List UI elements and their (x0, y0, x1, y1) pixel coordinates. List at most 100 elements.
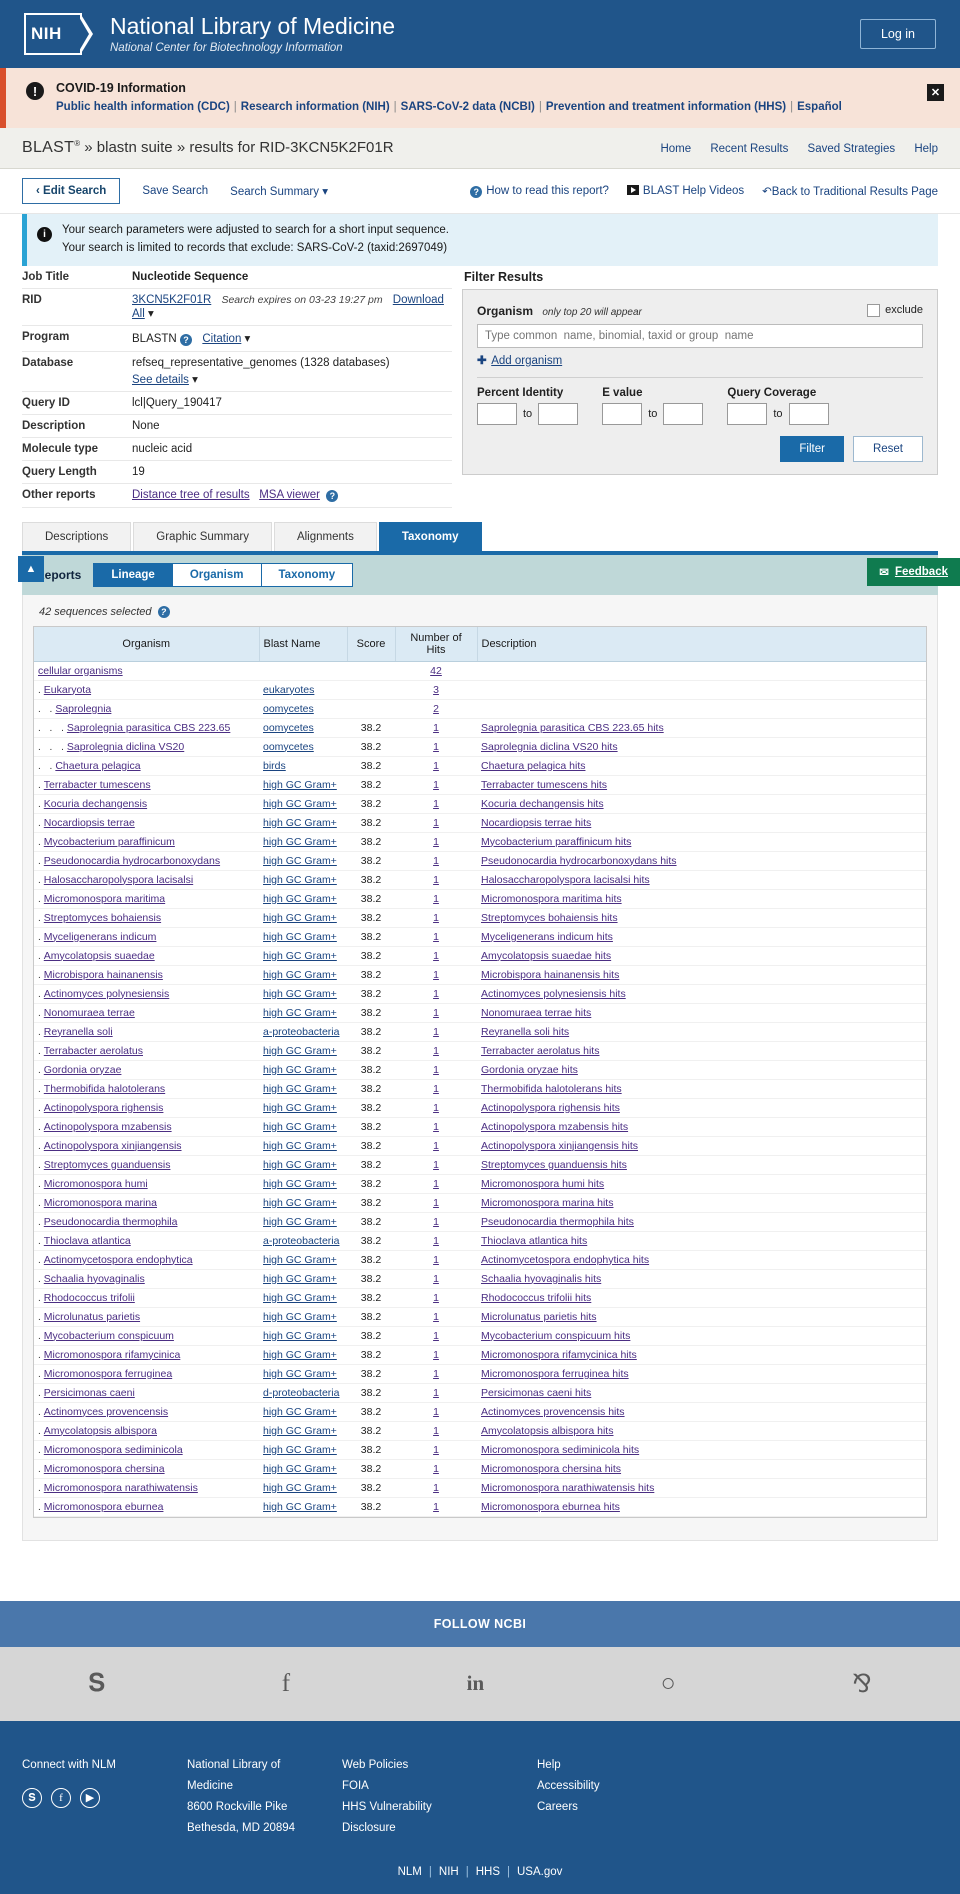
blast-name-link[interactable]: oomycetes (263, 703, 314, 715)
hits-count-link[interactable]: 1 (433, 1501, 439, 1513)
rid-link[interactable]: 3KCN5K2F01R (132, 294, 211, 306)
back-to-traditional-link[interactable]: ↶Back to Traditional Results Page (762, 184, 938, 198)
blast-name-link[interactable]: d-proteobacteria (263, 1387, 339, 1399)
description-link[interactable]: Nocardiopsis terrae hits (481, 817, 591, 829)
organism-link[interactable]: Gordonia oryzae (44, 1064, 122, 1076)
hits-count-link[interactable]: 1 (433, 798, 439, 810)
evalue-from-input[interactable] (602, 402, 643, 425)
reset-button[interactable]: Reset (852, 435, 923, 462)
organism-link[interactable]: Nonomuraea terrae (44, 1007, 135, 1019)
organism-link[interactable]: Pseudonocardia thermophila (44, 1216, 178, 1228)
organism-link[interactable]: Saprolegnia (55, 703, 111, 715)
organism-link[interactable]: Rhodococcus trifolii (44, 1292, 135, 1304)
evalue-to-input[interactable] (663, 402, 704, 425)
description-link[interactable]: Amycolatopsis suaedae hits (481, 950, 611, 962)
description-link[interactable]: Saprolegnia diclina VS20 hits (481, 741, 618, 753)
blast-name-link[interactable]: high GC Gram+ (263, 1064, 337, 1076)
organism-link[interactable]: Streptomyces bohaiensis (44, 912, 161, 924)
description-link[interactable]: Nonomuraea terrae hits (481, 1007, 591, 1019)
hits-count-link[interactable]: 1 (433, 950, 439, 962)
organism-link[interactable]: Micromonospora chersina (44, 1463, 165, 1475)
blast-name-link[interactable]: high GC Gram+ (263, 1311, 337, 1323)
hits-count-link[interactable]: 1 (433, 1311, 439, 1323)
description-link[interactable]: Gordonia oryzae hits (481, 1064, 578, 1076)
description-link[interactable]: Micromonospora humi hits (481, 1178, 604, 1190)
covid-link-cdc[interactable]: Public health information (CDC) (56, 101, 230, 113)
facebook-icon[interactable]: f (282, 1670, 290, 1698)
description-link[interactable]: Reyranella soli hits (481, 1026, 569, 1038)
footer-link-careers[interactable]: Careers (537, 1797, 600, 1818)
organism-link[interactable]: Nocardiopsis terrae (44, 817, 135, 829)
organism-link[interactable]: Saprolegnia parasitica CBS 223.65 (67, 722, 230, 734)
description-link[interactable]: Actinopolyspora mzabensis hits (481, 1121, 628, 1133)
description-link[interactable]: Terrabacter tumescens hits (481, 779, 607, 791)
hits-count-link[interactable]: 1 (433, 722, 439, 734)
footer-link-foia[interactable]: FOIA (342, 1776, 537, 1797)
description-link[interactable]: Micromonospora marina hits (481, 1197, 613, 1209)
blast-name-link[interactable]: high GC Gram+ (263, 969, 337, 981)
blast-name-link[interactable]: high GC Gram+ (263, 1292, 337, 1304)
hits-count-link[interactable]: 1 (433, 893, 439, 905)
hits-count-link[interactable]: 1 (433, 1463, 439, 1475)
description-link[interactable]: Micromonospora maritima hits (481, 893, 622, 905)
search-summary-dropdown[interactable]: Search Summary ▾ (230, 184, 328, 198)
description-link[interactable]: Saprolegnia parasitica CBS 223.65 hits (481, 722, 664, 734)
organism-link[interactable]: Micromonospora rifamycinica (44, 1349, 181, 1361)
organism-link[interactable]: Schaalia hyovaginalis (44, 1273, 145, 1285)
organism-link[interactable]: Micromonospora sediminicola (44, 1444, 183, 1456)
query-coverage-from-input[interactable] (727, 402, 768, 425)
hits-count-link[interactable]: 1 (433, 969, 439, 981)
hits-count-link[interactable]: 1 (433, 1045, 439, 1057)
hits-count-link[interactable]: 1 (433, 1216, 439, 1228)
hits-count-link[interactable]: 1 (433, 931, 439, 943)
organism-link[interactable]: Amycolatopsis albispora (44, 1425, 157, 1437)
organism-link[interactable]: Microlunatus parietis (44, 1311, 140, 1323)
blast-name-link[interactable]: high GC Gram+ (263, 798, 337, 810)
organism-link[interactable]: Kocuria dechangensis (44, 798, 147, 810)
organism-link[interactable]: Actinopolyspora mzabensis (44, 1121, 172, 1133)
blast-name-link[interactable]: high GC Gram+ (263, 1330, 337, 1342)
hits-count-link[interactable]: 1 (433, 836, 439, 848)
scroll-to-top-button[interactable]: ▲ (18, 556, 44, 582)
col-header-organism[interactable]: Organism (34, 626, 260, 662)
question-icon[interactable]: ? (157, 605, 170, 618)
blast-name-link[interactable]: high GC Gram+ (263, 1425, 337, 1437)
hits-count-link[interactable]: 1 (433, 1349, 439, 1361)
hits-count-link[interactable]: 1 (433, 988, 439, 1000)
twitter-icon[interactable]: 𝐒 (88, 1670, 105, 1698)
description-link[interactable]: Micromonospora chersina hits (481, 1463, 621, 1475)
description-link[interactable]: Streptomyces guanduensis hits (481, 1159, 627, 1171)
hits-count-link[interactable]: 1 (433, 874, 439, 886)
col-header-blast-name[interactable]: Blast Name (259, 626, 348, 662)
hits-count-link[interactable]: 1 (433, 779, 439, 791)
hits-count-link[interactable]: 1 (433, 1482, 439, 1494)
blast-name-link[interactable]: high GC Gram+ (263, 893, 337, 905)
tab-taxonomy[interactable]: Taxonomy (378, 521, 482, 551)
footer-link-hhs[interactable]: HHS (476, 1866, 500, 1878)
blast-name-link[interactable]: high GC Gram+ (263, 950, 337, 962)
blast-help-videos-link[interactable]: BLAST Help Videos (626, 185, 744, 197)
organism-link[interactable]: Chaetura pelagica (55, 760, 140, 772)
tab-alignments[interactable]: Alignments (273, 521, 377, 551)
description-link[interactable]: Actinomycetospora endophytica hits (481, 1254, 649, 1266)
blast-name-link[interactable]: high GC Gram+ (263, 1178, 337, 1190)
blast-name-link[interactable]: high GC Gram+ (263, 1463, 337, 1475)
description-link[interactable]: Schaalia hyovaginalis hits (481, 1273, 601, 1285)
blast-name-link[interactable]: high GC Gram+ (263, 1501, 337, 1513)
organism-link[interactable]: Micromonospora marina (44, 1197, 157, 1209)
organism-link[interactable]: cellular organisms (38, 665, 123, 677)
description-link[interactable]: Microbispora hainanensis hits (481, 969, 619, 981)
description-link[interactable]: Micromonospora rifamycinica hits (481, 1349, 637, 1361)
hits-count-link[interactable]: 1 (433, 1007, 439, 1019)
hits-count-link[interactable]: 3 (433, 684, 439, 696)
edit-search-button[interactable]: ‹ Edit Search (22, 178, 121, 204)
organism-link[interactable]: Thermobifida halotolerans (44, 1083, 165, 1095)
organism-link[interactable]: Pseudonocardia hydrocarbonoxydans (44, 855, 220, 867)
blast-name-link[interactable]: high GC Gram+ (263, 1007, 337, 1019)
organism-link[interactable]: Actinopolyspora xinjiangensis (44, 1140, 182, 1152)
organism-link[interactable]: Actinomyces polynesiensis (44, 988, 169, 1000)
close-icon[interactable]: ✕ (927, 84, 944, 101)
description-link[interactable]: Micromonospora sediminicola hits (481, 1444, 639, 1456)
description-link[interactable]: Thioclava atlantica hits (481, 1235, 587, 1247)
footer-link-usagov[interactable]: USA.gov (517, 1866, 562, 1878)
